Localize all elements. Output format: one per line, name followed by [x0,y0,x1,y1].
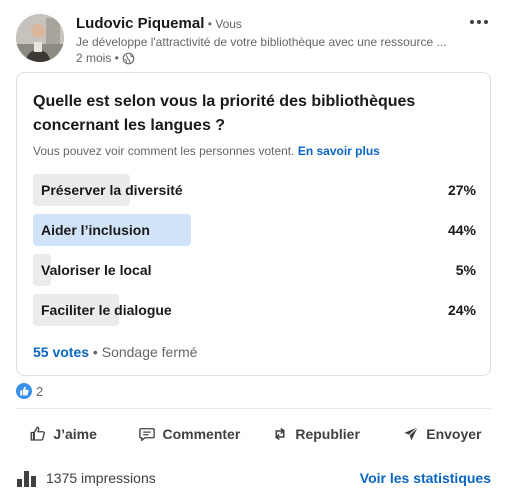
author-name[interactable]: Ludovic Piquemal [76,15,204,32]
poll-option-label: Faciliter le dialogue [41,302,172,318]
poll-footer: 55 votes • Sondage fermé [33,343,197,361]
poll-option: Aider l’inclusion 44% [33,214,476,246]
comment-button[interactable]: Commenter [126,416,252,452]
avatar[interactable] [16,14,64,62]
view-stats-link[interactable]: Voir les statistiques [360,470,491,486]
poll-question: Quelle est selon vous la priorité des bi… [33,93,416,134]
send-button[interactable]: Envoyer [379,416,505,452]
poll-card: Quelle est selon vous la priorité des bi… [16,72,491,376]
like-label: J’aime [53,426,97,442]
divider [16,408,491,409]
repost-label: Republier [295,426,360,442]
action-bar: J’aime Commenter Republier Envoyer [0,416,505,452]
more-options-button[interactable] [467,10,491,34]
author-headline: Je développe l'attractivité de votre bib… [76,35,447,49]
reactions-summary[interactable]: 2 [16,383,43,399]
author-badge: • Vous [204,17,242,31]
poll-option-label: Aider l’inclusion [41,222,150,238]
impressions: 1375 impressions [16,469,156,487]
impressions-count: 1375 impressions [46,470,156,486]
post-stats: 1375 impressions Voir les statistiques [16,466,491,490]
like-icon [16,383,32,399]
repost-icon [275,427,285,441]
thumbs-up-icon [30,426,46,441]
bar-chart-icon [17,471,36,487]
post-card: Ludovic Piquemal • Vous Je développe l'a… [0,0,505,496]
poll-option-percent: 24% [447,302,476,318]
poll-option: Préserver la diversité 27% [33,174,476,206]
comment-icon [139,428,156,442]
poll-option-percent: 44% [447,222,476,238]
like-button[interactable]: J’aime [0,416,126,452]
poll-option: Faciliter le dialogue 24% [33,294,476,326]
learn-more-link[interactable]: En savoir plus [298,144,380,158]
post-time: 2 mois • [76,51,119,65]
poll-note-text: Vous pouvez voir comment les personnes v… [33,144,295,158]
poll-option-label: Préserver la diversité [41,182,183,198]
author-block: Ludovic Piquemal • Vous Je développe l'a… [76,14,456,66]
send-label: Envoyer [426,426,482,442]
ellipsis-icon [470,20,488,24]
post-meta: 2 mois • [76,50,456,66]
poll-note: Vous pouvez voir comment les personnes v… [33,143,380,159]
avatar-photo [16,14,64,62]
repost-button[interactable]: Republier [253,416,379,452]
poll-option-label: Valoriser le local [41,262,152,278]
poll-status: • Sondage fermé [89,344,198,360]
poll-option-percent: 27% [447,182,476,198]
votes-count-link[interactable]: 55 votes [33,344,89,360]
globe-icon [122,52,135,64]
author-line: Ludovic Piquemal • Vous [76,14,456,34]
poll-option: Valoriser le local 5% [33,254,476,286]
send-icon [404,426,419,441]
reactions-count: 2 [36,383,44,399]
comment-label: Commenter [162,426,241,442]
poll-option-percent: 5% [455,262,476,278]
